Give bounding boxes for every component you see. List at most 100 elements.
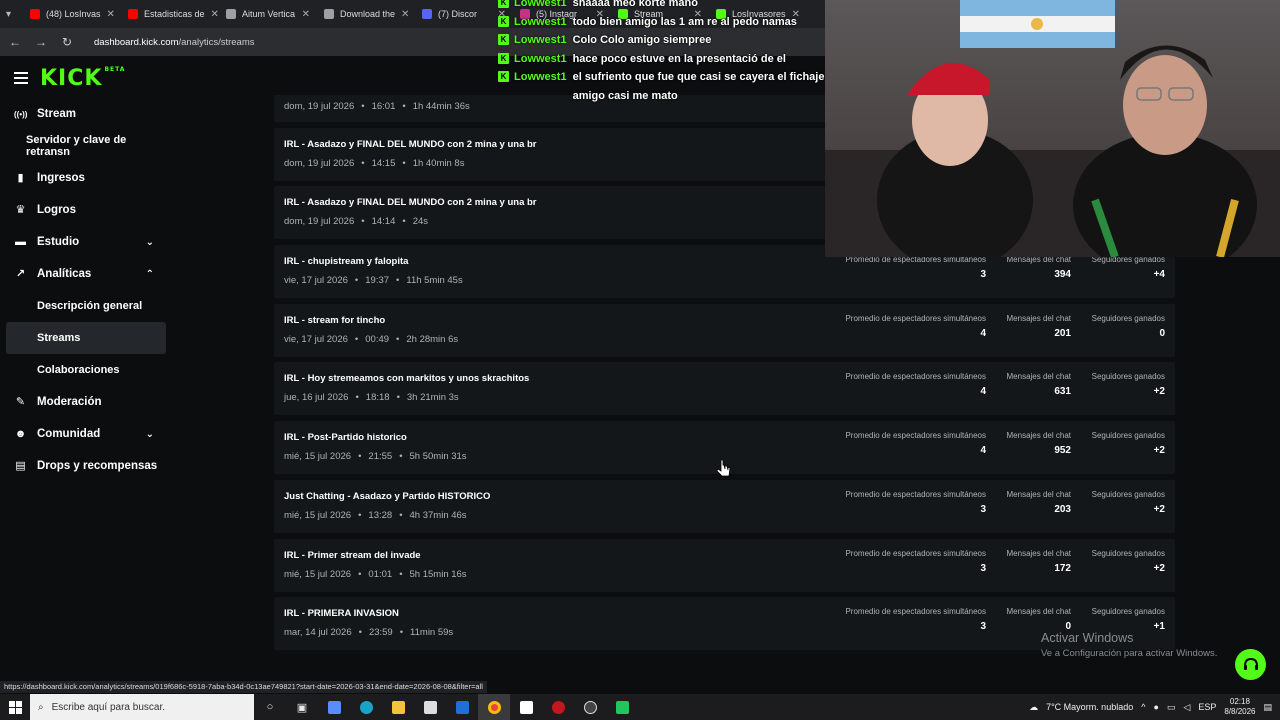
url-field[interactable]: dashboard.kick.com/analytics/streams [94,37,255,48]
stream-title[interactable]: IRL - Post-Partido historico [284,432,407,443]
stream-date: vie, 17 jul 2026 [284,275,348,287]
stream-duration: 11min 59s [410,627,454,639]
notifications-icon[interactable]: ▤ [1263,702,1272,713]
stat-value: 172 [1054,562,1071,574]
separator-dot: • [402,216,406,228]
stream-title[interactable]: IRL - Hoy stremeamos con markitos y unos… [284,373,529,384]
taskbar-search[interactable]: ⌕ Escribe aquí para buscar. [30,694,254,720]
chevron-down-icon[interactable]: ⌄ [146,237,154,248]
sidebar-item-label: Moderación [37,396,102,408]
sidebar-item-stream[interactable]: ((•)) Stream [0,98,172,130]
volume-icon[interactable]: ◁ [1183,702,1190,713]
kick-badge-icon: K [498,15,509,27]
stat-chat: Mensajes del chat 394 [1007,255,1071,280]
stat-viewers: Promedio de espectadores simultáneos 4 [845,372,986,397]
menu-icon[interactable] [14,72,28,84]
stream-time: 18:18 [365,392,390,404]
language-indicator[interactable]: ESP [1198,702,1216,712]
analytics-icon: ↗ [15,267,26,280]
tab-favicon-icon [422,9,432,19]
chevron-up-icon[interactable]: ⌃ [146,269,154,280]
weather-text[interactable]: 7°C Mayorm. nublado [1046,702,1133,712]
forward-icon[interactable]: → [34,35,48,49]
stream-meta: mar, 14 jul 2026 • 23:59 • 11min 59s [284,627,453,638]
browser-tab[interactable]: (48) LosInvas ✕ [24,3,120,25]
tab-close-icon[interactable]: ✕ [401,9,409,20]
tray-chevron-icon[interactable]: ^ [1141,702,1145,712]
stat-value: +2 [1153,445,1165,457]
sidebar-item-label: Ingresos [37,172,85,184]
stream-row[interactable]: IRL - stream for tincho vie, 17 jul 2026 •… [274,303,1175,357]
stream-row[interactable]: IRL - Primer stream del invade mié, 15 ju… [274,538,1175,592]
logo-badge: BETA [104,65,126,73]
stream-title[interactable]: IRL - Primer stream del invade [284,550,421,561]
wrench-icon: ✎ [15,395,26,408]
sidebar-item-analiticas[interactable]: ↗ Analíticas ⌃ [0,258,172,290]
file-explorer-icon[interactable] [382,694,414,720]
stream-row[interactable]: IRL - PRIMERA INVASION mar, 14 jul 2026 • 2… [274,597,1175,651]
sidebar-item-comunidad[interactable]: ☻ Comunidad ⌄ [0,418,172,450]
tab-label: Aitum Vertica [242,9,296,19]
stat-label: Mensajes del chat [1006,489,1071,499]
clock[interactable]: 02:18 8/8/2026 [1224,697,1255,717]
sidebar-item-moderacion[interactable]: ✎ Moderación [0,386,172,418]
sidebar-item-estudio[interactable]: ▬ Estudio ⌄ [0,226,172,258]
sidebar-item-colaboraciones[interactable]: Colaboraciones [0,354,172,386]
mail-icon[interactable] [446,694,478,720]
start-button[interactable] [0,694,30,720]
stat-value: 952 [1054,445,1071,457]
stream-date: dom, 19 jul 2026 [284,101,355,112]
chrome-icon[interactable] [478,694,510,720]
weather-icon: ☁ [1029,701,1039,712]
stream-title[interactable]: IRL - chupistream y falopita [284,256,408,267]
tab-close-icon[interactable]: ✕ [211,9,218,20]
stat-value: 201 [1054,327,1071,339]
recorder-icon[interactable] [542,694,574,720]
browser-tab[interactable]: Aitum Vertica ✕ [220,3,316,25]
chat-message: K Lowwest1 shaaaa meo korte mano [498,0,825,13]
stat-label: Mensajes del chat [1006,607,1071,617]
sidebar-item-drops-y-recompensas[interactable]: ▤ Drops y recompensas [0,450,172,482]
tab-close-icon[interactable]: ✕ [107,9,115,20]
stream-duration: 4h 37min 46s [409,509,467,521]
stat-label: Seguidores ganados [1091,489,1165,499]
tab-search-icon[interactable]: ▾ [6,9,20,20]
sidebar-item-servidor-y-clave-de-retransn[interactable]: Servidor y clave de retransn [0,130,172,162]
browser-tab[interactable]: Estadisticas de ✕ [122,3,218,25]
status-bar-url: https://dashboard.kick.com/analytics/str… [0,681,487,693]
stream-title[interactable]: IRL - stream for tincho [284,315,385,326]
stream-title[interactable]: IRL - Asadazo y FINAL DEL MUNDO con 2 mi… [284,139,537,150]
browser-tab[interactable]: Download the ✕ [318,3,414,25]
stream-row[interactable]: Just Chatting - Asadazo y Partido HISTOR… [274,479,1175,533]
stream-row[interactable]: IRL - Hoy stremeamos con markitos y unos… [274,362,1175,416]
obs-icon[interactable] [574,694,606,720]
edge-icon[interactable] [350,694,382,720]
chevron-down-icon[interactable]: ⌄ [146,429,154,440]
tab-close-icon[interactable]: ✕ [302,9,310,20]
store-icon[interactable] [414,694,446,720]
cortana-icon[interactable]: ○ [254,694,286,720]
copilot-icon[interactable] [318,694,350,720]
sidebar-item-ingresos[interactable]: ▮ Ingresos [0,162,172,194]
back-icon[interactable]: ← [8,35,22,49]
sidebar-item-streams[interactable]: Streams [6,322,166,354]
app-green-icon[interactable] [606,694,638,720]
stat-label: Promedio de espectadores simultáneos [845,313,986,323]
reload-icon[interactable]: ↻ [60,35,74,49]
stream-time: 13:28 [368,509,393,521]
stream-title[interactable]: IRL - Asadazo y FINAL DEL MUNDO con 2 mi… [284,197,537,208]
network-icon[interactable]: ▭ [1167,702,1176,713]
tab-favicon-icon [128,9,138,19]
stream-title[interactable]: IRL - PRIMERA INVASION [284,608,399,619]
help-chat-button[interactable] [1235,649,1266,680]
kick-logo[interactable]: KICK BETA [40,66,125,91]
sidebar-item-label: Colaboraciones [37,364,120,376]
microphone-icon[interactable]: ● [1153,702,1158,712]
tab-label: (48) LosInvas [46,9,101,19]
task-view-icon[interactable]: ▣ [286,694,318,720]
stream-title[interactable]: Just Chatting - Asadazo y Partido HISTOR… [284,491,490,502]
sidebar-item-descripcion-general[interactable]: Descripción general [0,290,172,322]
sidebar-item-logros[interactable]: ♛ Logros [0,194,172,226]
webcam-overlay [825,0,1280,257]
capcut-icon[interactable] [510,694,542,720]
